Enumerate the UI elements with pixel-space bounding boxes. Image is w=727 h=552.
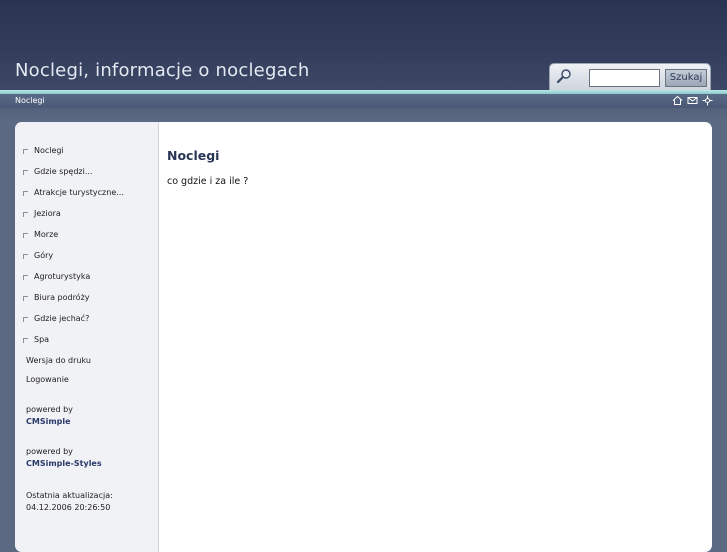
powered-by-label: powered by [26,405,73,414]
bullet-icon [23,295,28,301]
powered-by-label: powered by [26,447,73,456]
search-box: Szukaj [549,63,711,91]
sidebar-item-atrakcje[interactable]: Atrakcje turystyczne... [15,182,158,203]
login-link[interactable]: Logowanie [26,375,69,384]
cmsimple-link[interactable]: CMSimple [26,416,73,428]
breadcrumb[interactable]: Noclegi [15,95,45,107]
content-area: Noclegi Gdzie spędzi... Atrakcje turysty… [15,122,712,552]
nav-icons [672,95,713,106]
home-icon[interactable] [672,95,683,106]
last-update-label: Ostatnia aktualizacja: [26,491,113,500]
sidebar-item-gdzie-spedzi[interactable]: Gdzie spędzi... [15,161,158,182]
sidebar: Noclegi Gdzie spędzi... Atrakcje turysty… [15,122,159,552]
site-title: Noclegi, informacje o noclegach [15,60,310,81]
bullet-icon [23,169,28,175]
powered-by-cmsimple-styles: powered by CMSimple-Styles [26,446,102,470]
bullet-icon [23,232,28,238]
print-version-link[interactable]: Wersja do druku [26,356,91,365]
bullet-icon [23,211,28,217]
bullet-icon [23,274,28,280]
page-title: Noclegi [167,148,220,163]
search-button[interactable]: Szukaj [665,69,707,87]
sidebar-item-gory[interactable]: Góry [15,245,158,266]
bullet-icon [23,190,28,196]
sidebar-item-noclegi[interactable]: Noclegi [15,140,158,161]
last-update-value: 04.12.2006 20:26:50 [26,503,111,512]
sitemap-icon[interactable] [702,95,713,106]
mail-icon[interactable] [687,95,698,106]
sidebar-item-gdzie-jechac[interactable]: Gdzie jechać? [15,308,158,329]
search-icon [556,68,572,84]
bullet-icon [23,148,28,154]
sidebar-item-agroturystyka[interactable]: Agroturystyka [15,266,158,287]
sidebar-item-jeziora[interactable]: Jeziora [15,203,158,224]
nav-bar: Noclegi [0,94,727,108]
sidebar-item-morze[interactable]: Morze [15,224,158,245]
sidebar-item-spa[interactable]: Spa [15,329,158,350]
cmsimple-styles-link[interactable]: CMSimple-Styles [26,458,102,470]
sidebar-item-biura-podrozy[interactable]: Biura podróży [15,287,158,308]
last-update: Ostatnia aktualizacja: 04.12.2006 20:26:… [26,490,113,514]
bullet-icon [23,253,28,259]
powered-by-cmsimple: powered by CMSimple [26,404,73,428]
main-content: Noclegi co gdzie i za ile ? [167,122,707,552]
header: Noclegi, informacje o noclegach Szukaj [0,0,727,91]
bullet-icon [23,337,28,343]
bullet-icon [23,316,28,322]
sidebar-menu: Noclegi Gdzie spędzi... Atrakcje turysty… [15,140,158,350]
search-input[interactable] [589,69,660,87]
page-text: co gdzie i za ile ? [167,176,249,187]
